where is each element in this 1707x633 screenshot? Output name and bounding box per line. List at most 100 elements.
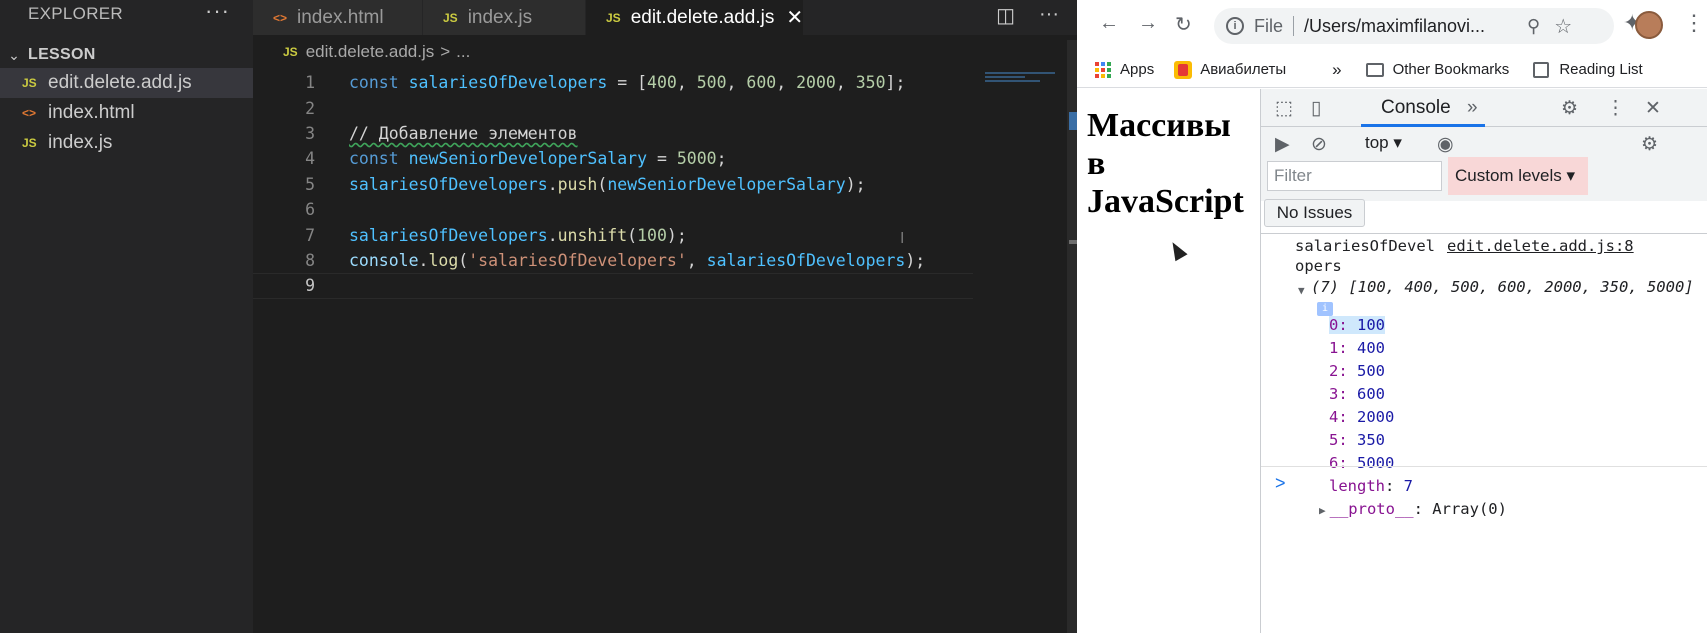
js-file-icon: JS [443, 10, 458, 25]
code-text: ( [458, 250, 469, 270]
inspect-element-icon[interactable]: ⬚ [1275, 97, 1293, 120]
scrollbar-marker [1069, 240, 1077, 244]
number: 5000 [676, 149, 717, 169]
explorer-sidebar: EXPLORER ··· ⌄ LESSON JS edit.delete.add… [0, 0, 253, 633]
zoom-icon[interactable]: ⚲ [1527, 16, 1540, 37]
split-editor-icon[interactable]: ◫ [996, 3, 1015, 28]
bookmarks-overflow[interactable]: » [1332, 60, 1341, 80]
function-name: unshift [557, 225, 628, 245]
scheme-label: File [1254, 15, 1284, 36]
devtools-panel: ⬚ ▯ Console » ⚙ ⋮ ✕ ▶ ⊘ top ▾ ◉ ⚙ Filter… [1260, 89, 1707, 633]
star-icon[interactable]: ☆ [1554, 14, 1572, 39]
code-line: 6 [253, 197, 973, 222]
page-content: Массивы в JavaScript [1077, 89, 1259, 633]
code-text: . [547, 225, 558, 245]
code-line: 4 const newSeniorDeveloperSalary = 5000; [253, 146, 973, 171]
code-editor[interactable]: 1 const salariesOfDevelopers = [400, 500… [253, 70, 973, 299]
console-prompt[interactable]: > [1275, 473, 1286, 494]
forward-icon[interactable]: → [1138, 12, 1158, 35]
file-item-edit-delete-add[interactable]: JS edit.delete.add.js [0, 68, 253, 98]
line-number: 5 [305, 174, 315, 194]
vscode-window: EXPLORER ··· ⌄ LESSON JS edit.delete.add… [0, 0, 1077, 633]
url-text[interactable]: /Users/maximfilanovi... [1304, 16, 1519, 37]
tab-label: index.html [297, 6, 384, 28]
array-summary[interactable]: (7) [100, 400, 500, 600, 2000, 350, 5000… [1295, 278, 1705, 316]
bookmark-apps[interactable]: Apps [1120, 61, 1154, 78]
variable: salariesOfDevelopers [349, 225, 548, 245]
sidebar-toggle-icon[interactable]: ▶ [1275, 133, 1290, 156]
array-entry[interactable]: 5: 350 [1329, 429, 1385, 451]
issues-button[interactable]: No Issues [1264, 199, 1365, 227]
line-number: 3 [305, 123, 315, 143]
tab-index-html[interactable]: <> index.html [253, 0, 423, 35]
device-toolbar-icon[interactable]: ▯ [1311, 97, 1321, 120]
html-file-icon: <> [22, 106, 37, 120]
more-actions-icon[interactable]: ··· [205, 0, 230, 24]
file-item-index-html[interactable]: <> index.html [0, 98, 253, 128]
info-icon[interactable]: i [1226, 17, 1244, 35]
bookmark-aviabilety[interactable]: Авиабилеты [1200, 61, 1286, 78]
array-entry[interactable]: 1: 400 [1329, 337, 1385, 359]
number: 500 [696, 73, 727, 93]
array-entry[interactable]: 0: 100 [1329, 314, 1386, 336]
tab-label: edit.delete.add.js [630, 6, 775, 28]
code-text: ( [597, 174, 608, 194]
more-tabs-icon[interactable]: » [1467, 97, 1478, 119]
code-line: 5 salariesOfDevelopers.push(newSeniorDev… [253, 172, 973, 197]
file-item-index-js[interactable]: JS index.js [0, 128, 253, 158]
function-name: push [557, 174, 598, 194]
number: 100 [637, 225, 667, 245]
close-icon[interactable]: ✕ [786, 5, 803, 30]
console-message: salariesOfDevel [1295, 237, 1435, 255]
array-entry[interactable]: 3: 600 [1329, 383, 1385, 405]
line-number: 1 [305, 73, 315, 93]
folder-icon [1365, 62, 1384, 77]
more-actions-icon[interactable]: ··· [1039, 3, 1059, 28]
array-entry[interactable]: 4: 2000 [1329, 406, 1394, 428]
bookmark-reading-list[interactable]: Reading List [1559, 61, 1642, 78]
breadcrumb-file[interactable]: edit.delete.add.js [306, 42, 435, 62]
number: 600 [746, 73, 777, 93]
js-file-icon: JS [22, 76, 37, 90]
folder-lesson[interactable]: ⌄ LESSON [0, 42, 253, 68]
array-entry[interactable]: 6: 5000 [1329, 452, 1394, 474]
chevron-down-icon: ⌄ [8, 46, 20, 63]
array-entry[interactable]: 2: 500 [1329, 360, 1385, 382]
breadcrumb-symbol[interactable]: ... [456, 42, 470, 62]
log-levels-dropdown[interactable]: Custom levels ▾ [1448, 157, 1588, 195]
variable: newSeniorDeveloperSalary [607, 174, 846, 194]
clear-console-icon[interactable]: ⊘ [1311, 133, 1327, 156]
tab-index-js[interactable]: JS index.js [423, 0, 586, 35]
mouse-pointer-icon [1166, 238, 1188, 262]
dropdown-arrow-icon: ▾ [1393, 133, 1402, 152]
settings-gear-icon[interactable]: ⚙ [1561, 97, 1578, 120]
eye-icon[interactable]: ◉ [1437, 133, 1454, 156]
more-vert-icon[interactable]: ⋮ [1683, 10, 1705, 36]
close-icon[interactable]: ✕ [1645, 97, 1661, 120]
js-file-icon: JS [606, 10, 621, 25]
more-vert-icon[interactable]: ⋮ [1606, 97, 1625, 120]
line-number: 2 [305, 98, 315, 118]
minimap[interactable] [985, 70, 1065, 90]
bookmark-other[interactable]: Other Bookmarks [1393, 61, 1510, 78]
reload-icon[interactable]: ↻ [1175, 12, 1192, 37]
tab-console[interactable]: Console [1373, 89, 1459, 127]
array-length[interactable]: length: 7 [1329, 475, 1413, 497]
filter-input[interactable]: Filter [1267, 161, 1442, 191]
bookmarks-bar: Apps Авиабилеты » Other Bookmarks Readin… [1077, 52, 1707, 88]
levels-label: Custom levels [1455, 166, 1562, 185]
address-bar[interactable]: i File /Users/maximfilanovi... ⚲ ☆ [1214, 8, 1614, 44]
context-label: top [1365, 133, 1389, 152]
array-proto[interactable]: ▶ __proto__: Array(0) [1319, 498, 1507, 520]
line-number: 6 [305, 200, 315, 220]
scrollbar-marker [1069, 112, 1077, 130]
back-icon[interactable]: ← [1099, 12, 1119, 35]
console-source-link[interactable]: edit.delete.add.js:8 [1447, 237, 1634, 255]
tab-edit-delete-add[interactable]: JS edit.delete.add.js ✕ [586, 0, 804, 35]
file-name: index.js [48, 132, 113, 153]
breadcrumb: JS edit.delete.add.js > ... [253, 40, 470, 64]
settings-gear-icon[interactable]: ⚙ [1641, 133, 1658, 156]
avatar[interactable] [1635, 11, 1663, 39]
code-text: , [686, 250, 707, 270]
context-selector[interactable]: top ▾ [1365, 133, 1402, 153]
